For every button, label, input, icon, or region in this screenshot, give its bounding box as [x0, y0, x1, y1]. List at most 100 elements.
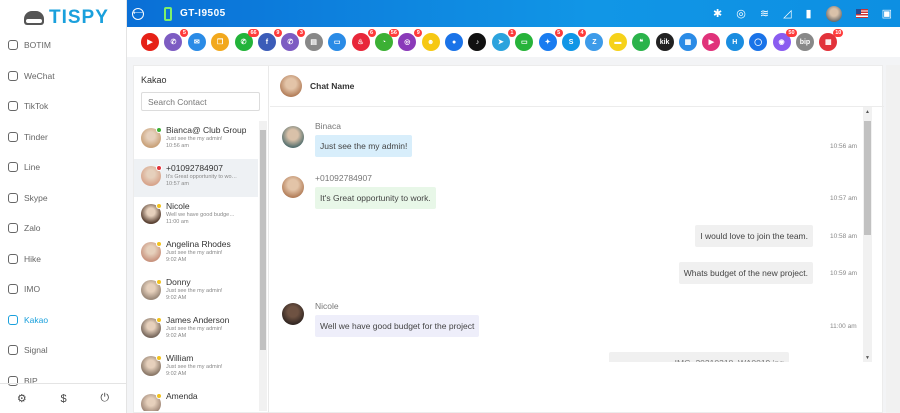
imo-icon: [8, 284, 18, 295]
signal-icon[interactable]: ◯: [749, 33, 768, 51]
whatsapp-icon[interactable]: ✆ 66: [234, 29, 259, 51]
settings-icon[interactable]: ⚙: [17, 392, 27, 405]
page-scrollbar[interactable]: [886, 65, 900, 413]
contact-item[interactable]: Amenda: [134, 387, 258, 411]
imo-icon[interactable]: ▦: [678, 33, 697, 51]
status-dot: [156, 127, 162, 133]
app-glyph: Z: [592, 38, 597, 46]
message-bubble: Whats budget of the new project.: [678, 262, 813, 284]
sidebar-item-kakao[interactable]: Kakao: [0, 305, 126, 336]
contact-item[interactable]: +01092784907 It's Great opportunity to wo…: [134, 159, 258, 197]
scroll-down-icon[interactable]: ▼: [865, 355, 870, 361]
wifi-icon[interactable]: ≋: [760, 7, 769, 20]
contact-item[interactable]: Donny Just see the my admin! 9:02 AM: [134, 273, 258, 311]
contact-item[interactable]: James Anderson Just see the my admin! 9:02…: [134, 311, 258, 349]
message-bubble: I would love to join the team.: [695, 225, 813, 247]
messenger-viber-icon[interactable]: ✆ 3: [281, 29, 306, 51]
app-glyph: ♪: [475, 38, 480, 46]
sidebar-item-botim[interactable]: BOTIM: [0, 30, 126, 61]
sidebar-item-zalo[interactable]: Zalo: [0, 213, 126, 244]
contact-name: James Anderson: [166, 315, 230, 325]
contact-scrollbar-thumb[interactable]: [260, 130, 266, 350]
bip-icon[interactable]: bip: [795, 33, 814, 51]
kik-icon[interactable]: kik: [655, 33, 674, 51]
contact-name: Donny: [166, 277, 191, 287]
duo-icon[interactable]: ●: [445, 33, 464, 51]
skype-icon[interactable]: S4: [562, 29, 587, 51]
back-icon[interactable]: ⟵: [132, 7, 144, 20]
facebook-icon[interactable]: f9: [257, 29, 282, 51]
files-icon[interactable]: ❐: [211, 33, 230, 51]
message-avatar: [282, 303, 304, 325]
line-icon[interactable]: ▭: [515, 33, 534, 51]
chat-bubble-icon[interactable]: ◉ 50: [772, 29, 797, 51]
status-dot: [156, 279, 162, 285]
gift-icon[interactable]: ▣: [882, 7, 892, 20]
tinder-icon[interactable]: ♨ 6: [351, 29, 376, 51]
zalo-icon[interactable]: Z: [585, 33, 604, 51]
calendar-icon[interactable]: ▦ 10: [819, 29, 844, 51]
video-icon[interactable]: ▶: [702, 33, 721, 51]
contact-item[interactable]: Bianca@ Club Group Just see the my admin!…: [134, 121, 258, 159]
youtube-icon[interactable]: ▶: [141, 33, 159, 51]
device-name[interactable]: GT-I9505: [180, 8, 226, 19]
app-badge: 3: [297, 29, 306, 37]
header-icons: ✱ ◎ ≋ ◿ ▮ ▣: [713, 0, 892, 27]
contact-scrollbar[interactable]: [259, 121, 267, 411]
contact-item[interactable]: Nicole Well we have good budge… 11:00 am: [134, 197, 258, 235]
chat-scrollbar-thumb[interactable]: [864, 121, 871, 235]
contact-item[interactable]: Angelina Rhodes Just see the my admin! 9:0…: [134, 235, 258, 273]
app-glyph: ◔: [381, 38, 387, 46]
sidebar-item-hike[interactable]: Hike: [0, 244, 126, 275]
sidebar-item-skype[interactable]: Skype: [0, 183, 126, 214]
bluetooth-icon[interactable]: ✱: [713, 7, 722, 20]
sidebar-item-tiktok[interactable]: TikTok: [0, 91, 126, 122]
hike-icon[interactable]: H: [725, 33, 744, 51]
battery-icon[interactable]: ▮: [806, 7, 812, 20]
status-dot: [156, 355, 162, 361]
status-dot: [156, 241, 162, 247]
pricing-icon[interactable]: $: [61, 393, 67, 405]
app-strip: ▶ ✆ 5 ✉ ❐ ✆ 66 f 9 ✆ 3 ▤ ▭ ♨ 6 ◔ 56 ◎ 9 ☻ ● ♪ ➤ 1 ▭ ✦ 5 S 4 Z ▬ ❝ kik ▦ ▶ H…: [127, 27, 900, 57]
screen-icon[interactable]: ▭: [328, 33, 347, 51]
app-glyph: bip: [799, 38, 811, 46]
message-avatar: [282, 176, 304, 198]
sidebar-item-line[interactable]: Line: [0, 152, 126, 183]
clipboard-icon[interactable]: ▤: [304, 33, 323, 51]
contact-info: Donny Just see the my admin! 9:02 AM: [166, 277, 223, 311]
tiktok-icon[interactable]: ♪: [468, 33, 487, 51]
sidebar-item-wechat[interactable]: WeChat: [0, 61, 126, 92]
app-badge: 56: [388, 29, 399, 37]
spy-icon: [24, 11, 44, 25]
instagram-icon[interactable]: ◎ 9: [398, 29, 423, 51]
message-attachment[interactable]: IMG_20210318_WA0019.jpg: [609, 352, 789, 362]
kakao-icon[interactable]: ▬: [608, 33, 627, 51]
sidebar-item-signal[interactable]: Signal: [0, 335, 126, 366]
sidebar-item-tinder[interactable]: Tinder: [0, 122, 126, 153]
scroll-up-icon[interactable]: ▲: [865, 109, 870, 115]
wechat-icon[interactable]: ◔ 56: [374, 29, 399, 51]
hangouts-icon[interactable]: ❝: [632, 33, 651, 51]
app-badge: 5: [554, 29, 563, 37]
messenger-icon[interactable]: ✦ 5: [538, 29, 563, 51]
app-glyph: ▦: [684, 39, 692, 46]
location-icon[interactable]: ◎: [736, 7, 746, 20]
telegram-icon[interactable]: ➤ 1: [491, 29, 516, 51]
user-avatar[interactable]: [825, 5, 842, 22]
chat-scrollbar[interactable]: ▲ ▼: [863, 107, 872, 362]
snapchat-icon[interactable]: ☻: [421, 33, 440, 51]
message-sender: Binaca: [315, 121, 341, 131]
app-glyph: ✆: [287, 39, 294, 46]
logout-icon[interactable]: ⏻: [100, 392, 109, 405]
contact-name: Angelina Rhodes: [166, 239, 231, 249]
search-input[interactable]: [141, 92, 260, 111]
viber-icon[interactable]: ✆ 5: [164, 29, 189, 51]
app-badge: 66: [248, 29, 259, 37]
contact-item[interactable]: William Just see the my admin! 9:02 AM: [134, 349, 258, 387]
message-sender: Nicole: [315, 301, 339, 311]
email-icon[interactable]: ✉: [187, 33, 206, 51]
sidebar-item-imo[interactable]: IMO: [0, 274, 126, 305]
signal-icon[interactable]: ◿: [783, 7, 791, 20]
us-flag-icon[interactable]: [855, 9, 868, 18]
sidebar-footer: ⚙ $ ⏻: [0, 383, 126, 413]
